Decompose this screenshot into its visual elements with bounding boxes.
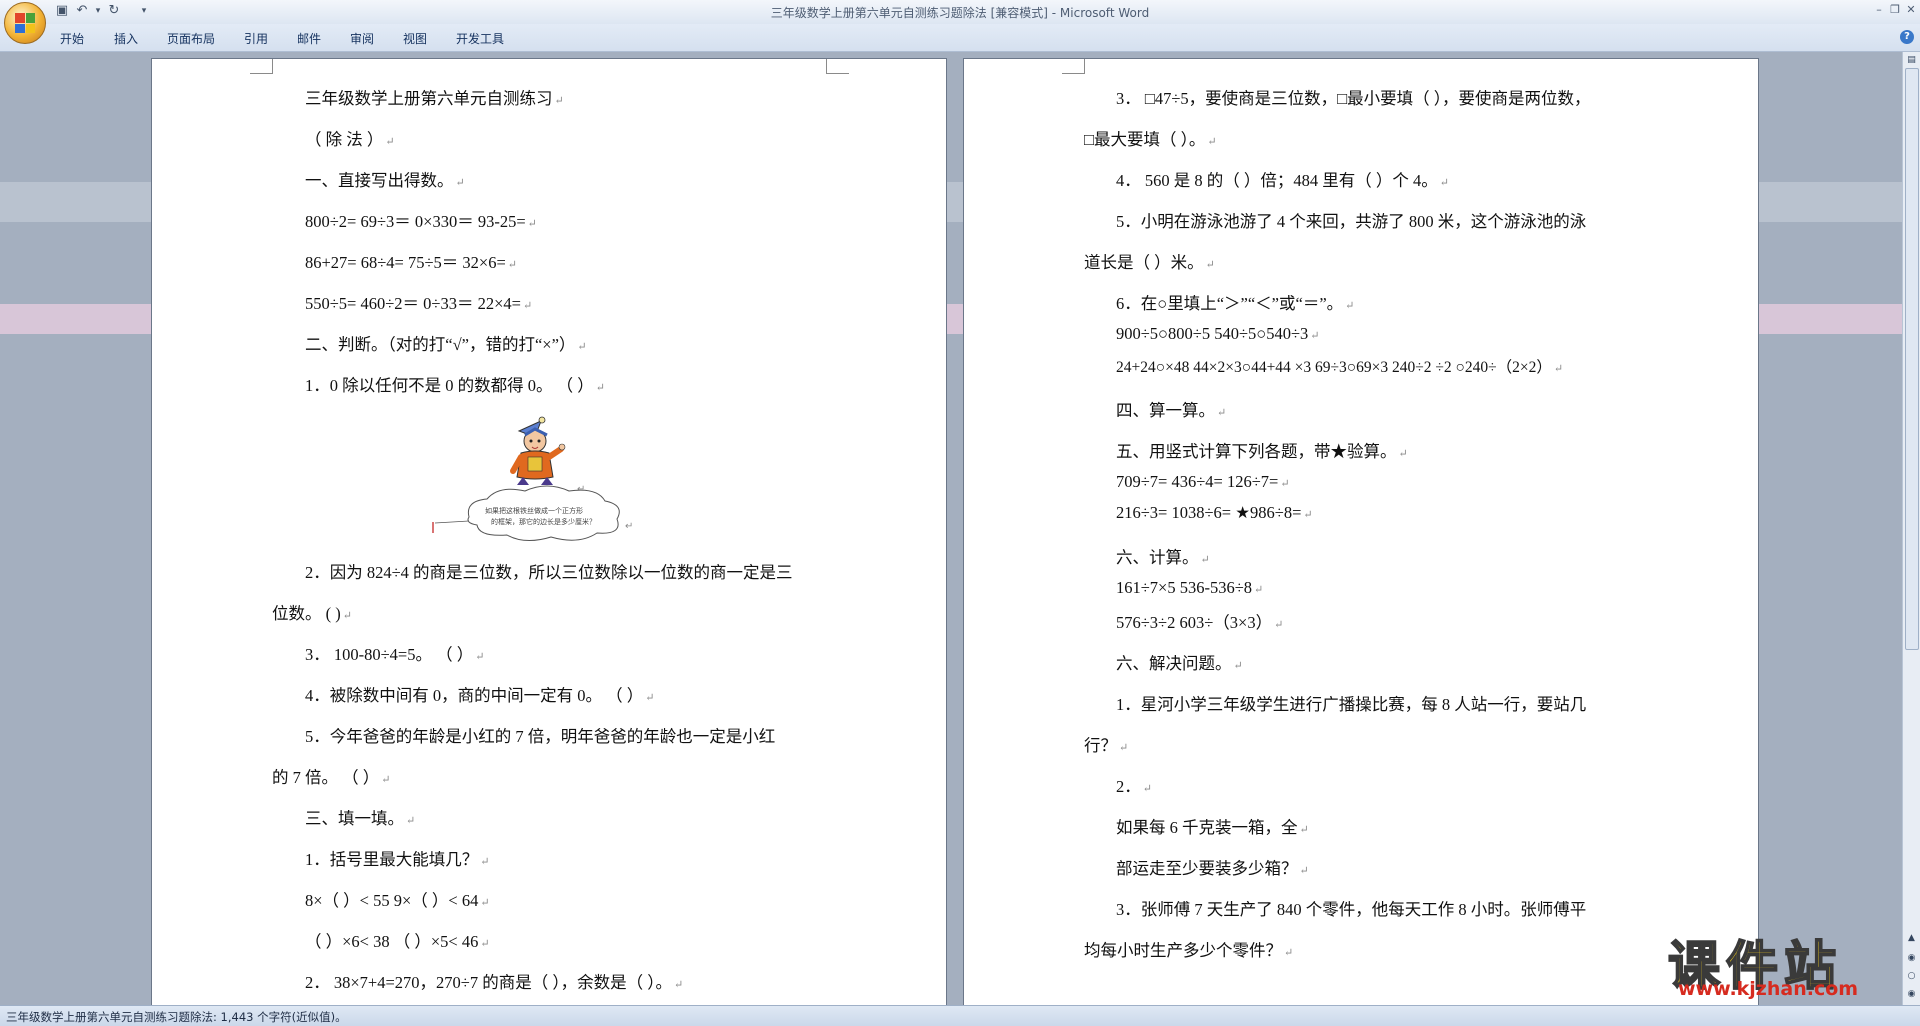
- text-line: 161÷7×5 536-536÷8 ↵: [1116, 578, 1264, 597]
- thought-bubble: 如果把这根铁丝做成一个正方形 的框架，那它的边长是多少厘米？: [432, 485, 620, 541]
- text-line: 8×（ ）< 55 9×（ ）< 64 ↵: [305, 891, 490, 910]
- section-heading: 三、填一填。 ↵: [305, 809, 416, 828]
- text-line: 均每小时生产多少个零件？ ↵: [1084, 941, 1294, 960]
- tab-references[interactable]: 引用: [244, 30, 268, 47]
- doc-subtitle: （ 除 法 ） ↵: [305, 130, 395, 149]
- bubble-text: 如果把这根铁丝做成一个正方形: [485, 506, 583, 515]
- text-line: 576÷3÷2 603÷（3×3） ↵: [1116, 613, 1284, 632]
- text-line: 900÷5○800÷5 540÷5○540÷3 ↵: [1116, 324, 1320, 343]
- text-line: 5．小明在游泳池游了 4 个来回，共游了 800 米，这个游泳池的泳: [1116, 212, 1587, 231]
- section-heading: 一、直接写出得数。 ↵: [305, 171, 465, 190]
- watermark-logo: 课件站 www.kjzhan.com: [1667, 924, 1900, 1000]
- right-page[interactable]: 3． □47÷5，要使商是三位数，□最小要填（ ），要使商是两位数， □最大要填…: [963, 58, 1759, 1005]
- text-line: 800÷2= 69÷3＝ 0×330＝ 93-25= ↵: [305, 212, 537, 231]
- tab-developer[interactable]: 开发工具: [456, 30, 504, 47]
- watermark-url: www.kjzhan.com: [1678, 978, 1859, 1000]
- tab-view[interactable]: 视图: [403, 30, 427, 47]
- ruler-toggle-icon[interactable]: ▤: [1905, 54, 1918, 67]
- office-logo-icon: [15, 13, 35, 33]
- scrollbar-thumb[interactable]: [1905, 68, 1919, 650]
- status-text: 三年级数学上册第六单元自测练习题除法: 1,443 个字符(近似值)。: [6, 1010, 347, 1024]
- text-line: 4． 560 是 8 的（ ）倍；484 里有（ ）个 4。 ↵: [1116, 171, 1449, 190]
- section-heading: 二、判断。（对的打“√”，错的打“×”） ↵: [305, 335, 587, 354]
- section-heading: 六、解决问题。 ↵: [1116, 654, 1243, 673]
- office-button[interactable]: [4, 2, 46, 44]
- tab-insert[interactable]: 插入: [114, 30, 138, 47]
- crop-mark: [826, 59, 849, 74]
- text-line: 6．在○里填上“＞”“＜”或“＝”。 ↵: [1116, 294, 1355, 313]
- text-line: 行？ ↵: [1084, 736, 1129, 755]
- text-line: 2． 38×7+4=270，270÷7 的商是（ ），余数是（ ）。 ↵: [305, 973, 684, 992]
- vertical-scrollbar[interactable]: ▤ ▲ ◉ ○ ◉: [1902, 52, 1920, 1005]
- ribbon-tabs: 开始 插入 页面布局 引用 邮件 审阅 视图 开发工具 ?: [0, 24, 1920, 52]
- tab-mailings[interactable]: 邮件: [297, 30, 321, 47]
- text-line: 1．括号里最大能填几？ ↵: [305, 850, 490, 869]
- section-heading: 六、计算。 ↵: [1116, 548, 1210, 567]
- tab-review[interactable]: 审阅: [350, 30, 374, 47]
- crop-mark: [1062, 59, 1085, 74]
- title-bar: ▣ ↶ ▾ ↻ ▾ 三年级数学上册第六单元自测练习题除法 [兼容模式] - Mi…: [0, 0, 1920, 25]
- scroll-up-arrow-icon[interactable]: ▲: [1905, 932, 1918, 945]
- bubble-text: 的框架，那它的边长是多少厘米？: [491, 517, 596, 526]
- next-page-icon[interactable]: ◉: [1905, 988, 1918, 1001]
- text-line: 24+24○×48 44×2×3○44+44 ×3 69÷3○69×3 240÷…: [1116, 359, 1564, 376]
- text-line: 709÷7= 436÷4= 126÷7= ↵: [1116, 472, 1290, 491]
- text-line: 86+27= 68÷4= 75÷5＝ 32×6= ↵: [305, 253, 517, 272]
- text-line: 1．0 除以任何不是 0 的数都得 0。 （ ） ↵: [305, 376, 605, 395]
- text-line: 4．被除数中间有 0，商的中间一定有 0。 （ ） ↵: [305, 686, 655, 705]
- paragraph-mark: ↵: [625, 521, 633, 532]
- tab-home[interactable]: 开始: [60, 30, 84, 47]
- text-line: 2．因为 824÷4 的商是三位数，所以三位数除以一位数的商一定是三: [305, 563, 793, 582]
- text-line: （ ）×6< 38 （ ）×5< 46 ↵: [305, 932, 490, 951]
- text-line: 的 7 倍。 （ ） ↵: [272, 768, 391, 787]
- section-heading: 五、用竖式计算下列各题，带★验算。 ↵: [1116, 442, 1408, 461]
- text-line: 3．张师傅 7 天生产了 840 个零件，他每天工作 8 小时。张师傅平: [1116, 900, 1587, 919]
- document-workspace: 三年级数学上册第六单元自测练习 ↵ （ 除 法 ） ↵ 一、直接写出得数。 ↵ 800…: [0, 52, 1902, 1005]
- previous-page-icon[interactable]: ◉: [1905, 952, 1918, 965]
- text-line: 如果每 6 千克装一箱，全 ↵: [1116, 818, 1309, 837]
- cartoon-clipart: ↵ 如果把这根铁丝做成一个正方形 的框架，那它的边长是多少厘米？ ↵: [432, 416, 633, 541]
- crop-mark: [250, 59, 273, 74]
- left-page[interactable]: 三年级数学上册第六单元自测练习 ↵ （ 除 法 ） ↵ 一、直接写出得数。 ↵ 800…: [151, 58, 947, 1005]
- text-line: □最大要填（ ）。 ↵: [1084, 130, 1217, 149]
- cartoon-character: [510, 416, 566, 485]
- text-line: 部运走至少要装多少箱？ ↵: [1116, 859, 1309, 878]
- text-line: 位数。 ( ) ↵: [272, 604, 352, 623]
- text-line: 道长是（ ）米。 ↵: [1084, 253, 1215, 272]
- tab-page-layout[interactable]: 页面布局: [167, 30, 215, 47]
- text-line: 3． □47÷5，要使商是三位数，□最小要填（ ），要使商是两位数，: [1116, 89, 1591, 108]
- help-icon[interactable]: ?: [1900, 30, 1914, 44]
- section-heading: 四、算一算。 ↵: [1116, 401, 1227, 420]
- text-line: 3． 100-80÷4=5。 （ ） ↵: [305, 645, 485, 664]
- text-line: 1．星河小学三年级学生进行广播操比赛，每 8 人站一行，要站几: [1116, 695, 1587, 714]
- close-icon[interactable]: ✕: [1902, 2, 1920, 18]
- window-title: 三年级数学上册第六单元自测练习题除法 [兼容模式] - Microsoft Wo…: [770, 6, 1150, 20]
- doc-title: 三年级数学上册第六单元自测练习 ↵: [305, 89, 564, 108]
- status-bar: 三年级数学上册第六单元自测练习题除法: 1,443 个字符(近似值)。: [0, 1005, 1920, 1026]
- text-line: 5．今年爸爸的年龄是小红的 7 倍，明年爸爸的年龄也一定是小红: [305, 727, 776, 746]
- browse-object-icon[interactable]: ○: [1905, 970, 1918, 983]
- text-line: 216÷3= 1038÷6= ★986÷8= ↵: [1116, 503, 1313, 522]
- text-line: 550÷5= 460÷2＝ 0÷33＝ 22×4= ↵: [305, 294, 533, 313]
- text-line: 2． ↵: [1116, 777, 1152, 796]
